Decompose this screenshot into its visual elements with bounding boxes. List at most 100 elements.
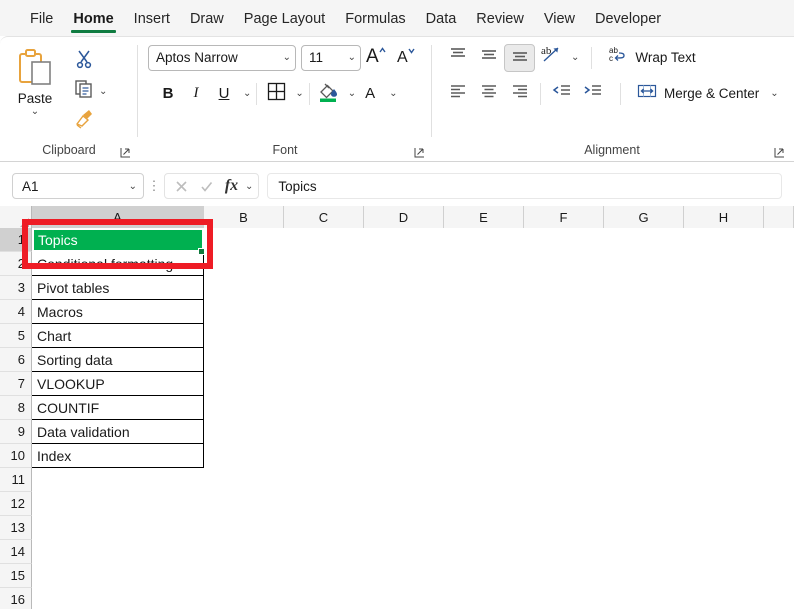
chevron-down-icon[interactable]: ⌄	[245, 181, 253, 192]
fill-handle[interactable]	[198, 248, 205, 255]
merge-and-center-button[interactable]: Merge & Center ⌄	[633, 80, 779, 108]
name-box[interactable]: A1 ⌄	[12, 173, 144, 199]
tab-page-layout[interactable]: Page Layout	[234, 7, 335, 36]
more-options-icon[interactable]: ⋮	[144, 179, 164, 192]
row-header-9[interactable]: 9	[0, 420, 32, 444]
cancel-button[interactable]	[170, 175, 193, 197]
row-header-11[interactable]: 11	[0, 468, 32, 492]
chevron-down-icon[interactable]: ⌄	[348, 88, 356, 99]
align-bottom-icon	[510, 45, 530, 70]
clipboard-dialog-launcher-icon[interactable]	[119, 146, 132, 159]
row-header-5[interactable]: 5	[0, 324, 32, 348]
chevron-down-icon[interactable]: ⌄	[770, 88, 778, 99]
column-header-g[interactable]: G	[604, 206, 684, 228]
cell-a8[interactable]: COUNTIF	[32, 396, 204, 420]
column-header-partial[interactable]	[764, 206, 794, 228]
chevron-down-icon[interactable]: ⌄	[295, 88, 303, 99]
tab-draw[interactable]: Draw	[180, 7, 234, 36]
align-right-button[interactable]	[504, 80, 535, 108]
cell-a13[interactable]	[32, 516, 204, 540]
alignment-dialog-launcher-icon[interactable]	[773, 146, 786, 159]
row-header-6[interactable]: 6	[0, 348, 32, 372]
column-header-b[interactable]: B	[204, 206, 284, 228]
font-color-button[interactable]: A	[356, 80, 384, 108]
row-remainder	[204, 588, 794, 609]
row-header-13[interactable]: 13	[0, 516, 32, 540]
underline-button[interactable]: U	[210, 80, 238, 108]
tab-file[interactable]: File	[20, 7, 63, 36]
font-dialog-launcher-icon[interactable]	[413, 146, 426, 159]
column-header-a[interactable]: A	[32, 206, 204, 228]
row-remainder	[204, 300, 794, 324]
column-header-e[interactable]: E	[444, 206, 524, 228]
column-header-d[interactable]: D	[364, 206, 444, 228]
row-header-7[interactable]: 7	[0, 372, 32, 396]
tab-insert[interactable]: Insert	[124, 7, 180, 36]
tab-formulas[interactable]: Formulas	[335, 7, 415, 36]
tab-view[interactable]: View	[534, 7, 585, 36]
formula-input[interactable]: Topics	[267, 173, 782, 199]
chevron-down-icon[interactable]: ⌄	[129, 181, 137, 192]
format-painter-button[interactable]	[70, 107, 94, 135]
select-all-button[interactable]	[0, 206, 32, 228]
cell-a7[interactable]: VLOOKUP	[32, 372, 204, 396]
font-name-combobox[interactable]: Aptos Narrow ⌄	[148, 44, 296, 71]
row-header-15[interactable]: 15	[0, 564, 32, 588]
tab-review[interactable]: Review	[466, 7, 534, 36]
align-center-button[interactable]	[473, 80, 504, 108]
insert-function-button[interactable]: fx	[220, 175, 243, 197]
chevron-down-icon[interactable]: ⌄	[243, 88, 251, 99]
chevron-down-icon[interactable]: ⌄	[31, 107, 39, 117]
increase-indent-button[interactable]	[577, 80, 608, 108]
borders-button[interactable]	[262, 80, 290, 108]
cell-a14[interactable]	[32, 540, 204, 564]
cell-a6[interactable]: Sorting data	[32, 348, 204, 372]
cell-a4[interactable]: Macros	[32, 300, 204, 324]
cell-a10[interactable]: Index	[32, 444, 204, 468]
cell-a16[interactable]	[32, 588, 204, 609]
align-top-button[interactable]	[442, 44, 473, 72]
cell-a15[interactable]	[32, 564, 204, 588]
row-header-16[interactable]: 16	[0, 588, 32, 609]
row-header-14[interactable]: 14	[0, 540, 32, 564]
italic-button[interactable]: I	[182, 80, 210, 108]
row-header-2[interactable]: 2	[0, 252, 32, 276]
bold-button[interactable]: B	[154, 80, 182, 108]
cell-a9[interactable]: Data validation	[32, 420, 204, 444]
row-header-3[interactable]: 3	[0, 276, 32, 300]
increase-font-size-button[interactable]: A	[361, 44, 391, 72]
decrease-indent-button[interactable]	[546, 80, 577, 108]
row-header-10[interactable]: 10	[0, 444, 32, 468]
tab-data[interactable]: Data	[416, 7, 467, 36]
align-left-button[interactable]	[442, 80, 473, 108]
column-header-h[interactable]: H	[684, 206, 764, 228]
chevron-down-icon[interactable]: ⌄	[389, 88, 397, 99]
copy-button[interactable]: ⌄	[70, 77, 107, 105]
orientation-button[interactable]: ab	[535, 44, 566, 72]
column-header-c[interactable]: C	[284, 206, 364, 228]
cell-a12[interactable]	[32, 492, 204, 516]
cell-a11[interactable]	[32, 468, 204, 492]
row-header-8[interactable]: 8	[0, 396, 32, 420]
row-header-12[interactable]: 12	[0, 492, 32, 516]
chevron-down-icon[interactable]: ⌄	[99, 86, 107, 97]
paste-button[interactable]: Paste ⌄	[0, 42, 70, 117]
decrease-font-size-button[interactable]: A	[391, 44, 421, 72]
tab-home[interactable]: Home	[63, 7, 123, 36]
cell-a3[interactable]: Pivot tables	[32, 276, 204, 300]
format-painter-icon	[74, 109, 94, 134]
cell-a5[interactable]: Chart	[32, 324, 204, 348]
enter-button[interactable]	[195, 175, 218, 197]
row-header-4[interactable]: 4	[0, 300, 32, 324]
cut-button[interactable]	[70, 47, 94, 75]
align-bottom-button[interactable]	[504, 43, 535, 72]
fill-color-button[interactable]	[315, 80, 343, 108]
align-middle-button[interactable]	[473, 44, 504, 72]
chevron-down-icon[interactable]: ⌄	[571, 52, 579, 63]
font-size-combobox[interactable]: 11 ⌄	[301, 44, 361, 71]
tab-developer[interactable]: Developer	[585, 7, 671, 36]
cell-a2[interactable]: Conditional formatting	[32, 252, 204, 276]
wrap-text-button[interactable]: ab c Wrap Text	[604, 44, 695, 72]
row-header-1[interactable]: 1	[0, 228, 32, 252]
column-header-f[interactable]: F	[524, 206, 604, 228]
